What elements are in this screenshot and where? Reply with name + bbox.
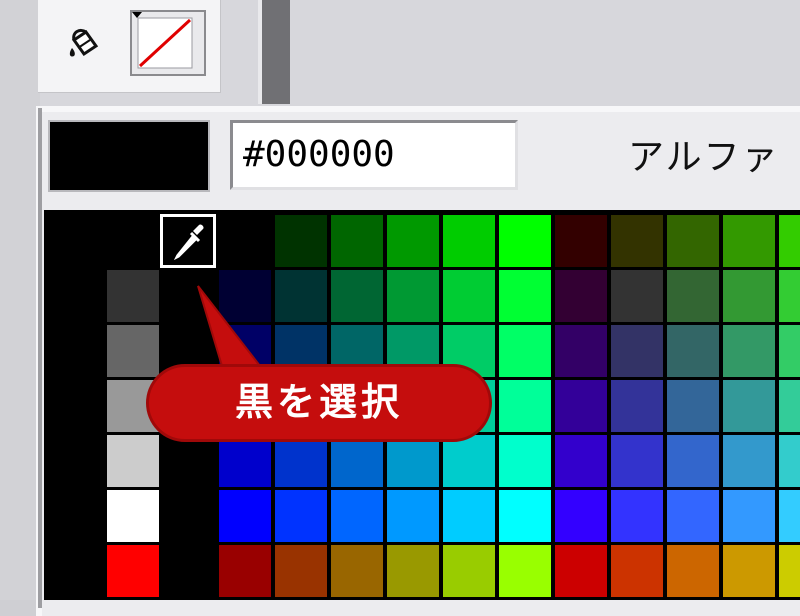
color-swatch[interactable] [498, 214, 552, 268]
color-swatch[interactable] [274, 544, 328, 598]
color-swatch[interactable] [778, 269, 800, 323]
color-swatch[interactable] [666, 379, 720, 433]
color-swatch[interactable] [274, 434, 328, 488]
stroke-color-button[interactable] [130, 10, 206, 76]
color-swatch[interactable] [442, 269, 496, 323]
current-color-preview [48, 120, 210, 192]
eyedropper-icon [173, 224, 204, 261]
paint-bucket-icon[interactable] [64, 26, 104, 66]
color-swatch[interactable] [610, 434, 664, 488]
color-swatch[interactable] [274, 269, 328, 323]
color-swatch[interactable] [666, 269, 720, 323]
left-strip [0, 0, 40, 600]
color-swatch[interactable] [722, 544, 776, 598]
color-swatch[interactable] [554, 379, 608, 433]
color-swatch[interactable] [666, 489, 720, 543]
color-swatch[interactable] [330, 214, 384, 268]
color-swatch[interactable] [442, 434, 496, 488]
color-swatch[interactable] [666, 324, 720, 378]
color-swatch[interactable] [722, 379, 776, 433]
color-swatch[interactable] [330, 544, 384, 598]
alpha-label: アルファ [628, 137, 780, 178]
color-swatch[interactable] [218, 489, 272, 543]
color-swatch[interactable] [722, 269, 776, 323]
color-swatch[interactable] [778, 489, 800, 543]
color-swatch[interactable] [722, 489, 776, 543]
eyedropper-button[interactable] [160, 214, 216, 268]
panel-divider [262, 0, 290, 104]
color-swatch[interactable] [498, 489, 552, 543]
color-swatch[interactable] [778, 379, 800, 433]
color-swatch[interactable] [106, 324, 160, 378]
color-swatch[interactable] [386, 214, 440, 268]
color-swatch[interactable] [106, 434, 160, 488]
color-swatch[interactable] [218, 214, 272, 268]
color-swatch[interactable] [386, 489, 440, 543]
color-swatch[interactable] [610, 544, 664, 598]
color-swatch[interactable] [498, 324, 552, 378]
color-swatch[interactable] [610, 489, 664, 543]
chevron-down-icon [132, 12, 142, 18]
no-color-slash-icon [137, 17, 193, 69]
color-swatch[interactable] [554, 269, 608, 323]
color-swatch[interactable] [722, 214, 776, 268]
color-swatch[interactable] [554, 434, 608, 488]
color-swatch[interactable] [106, 214, 160, 268]
color-swatch[interactable] [666, 214, 720, 268]
color-swatch[interactable] [666, 544, 720, 598]
color-swatch[interactable] [498, 379, 552, 433]
color-swatch[interactable] [666, 434, 720, 488]
select-black-callout: 黒を選択 [146, 364, 492, 442]
color-swatch[interactable] [722, 324, 776, 378]
color-swatch[interactable] [106, 489, 160, 543]
color-swatch[interactable] [274, 214, 328, 268]
color-swatch[interactable] [498, 434, 552, 488]
color-swatch[interactable] [554, 489, 608, 543]
hex-color-input[interactable]: #000000 [230, 120, 518, 190]
color-swatch[interactable] [386, 434, 440, 488]
color-swatch[interactable] [106, 269, 160, 323]
color-swatch[interactable] [554, 324, 608, 378]
color-swatch[interactable] [442, 544, 496, 598]
color-swatch[interactable] [778, 214, 800, 268]
color-swatch[interactable] [610, 324, 664, 378]
color-swatch[interactable] [778, 324, 800, 378]
color-swatch[interactable] [554, 214, 608, 268]
color-swatch[interactable] [330, 269, 384, 323]
color-swatch[interactable] [218, 544, 272, 598]
color-swatch[interactable] [274, 489, 328, 543]
color-swatch[interactable] [778, 544, 800, 598]
color-swatch[interactable] [498, 269, 552, 323]
color-swatch[interactable] [330, 489, 384, 543]
color-swatch[interactable] [386, 269, 440, 323]
color-swatch[interactable] [722, 434, 776, 488]
color-swatch[interactable] [330, 434, 384, 488]
color-swatch[interactable] [218, 434, 272, 488]
color-swatch[interactable] [386, 544, 440, 598]
color-swatch[interactable] [442, 214, 496, 268]
picker-shadow [38, 108, 42, 608]
color-swatch[interactable] [610, 214, 664, 268]
color-swatch[interactable] [106, 544, 160, 598]
color-swatch[interactable] [442, 489, 496, 543]
color-swatch[interactable] [498, 544, 552, 598]
color-swatch[interactable] [610, 379, 664, 433]
color-swatch[interactable] [778, 434, 800, 488]
color-swatch[interactable] [610, 269, 664, 323]
color-swatch[interactable] [554, 544, 608, 598]
